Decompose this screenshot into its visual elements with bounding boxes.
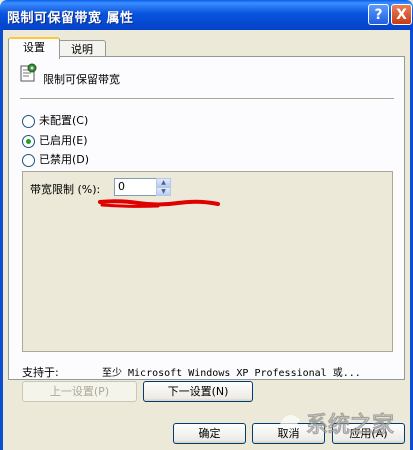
policy-name: 限制可保留带宽 <box>43 73 120 86</box>
radio-button-checked[interactable] <box>22 134 35 148</box>
red-underline-annotation <box>98 199 220 208</box>
radio-label-enabled: 已启用(E) <box>39 134 88 147</box>
radio-label-not-configured: 未配置(C) <box>39 114 89 127</box>
separator <box>20 98 394 99</box>
bandwidth-spinner[interactable]: ▲ ▼ <box>156 178 171 196</box>
window-title: 限制可保留带宽 属性 <box>7 11 134 26</box>
spin-up-icon[interactable]: ▲ <box>156 178 171 187</box>
title-bar: 限制可保留带宽 属性 ? X <box>0 0 413 30</box>
radio-button[interactable] <box>22 153 35 167</box>
window-frame-left <box>0 30 3 450</box>
help-button[interactable]: ? <box>368 4 389 25</box>
next-setting-button[interactable]: 下一设置(N) <box>143 381 253 402</box>
bandwidth-limit-label: 带宽限制 (%): <box>30 183 101 196</box>
bandwidth-limit-input[interactable]: 0 <box>114 178 157 196</box>
radio-button[interactable] <box>22 114 35 128</box>
close-button[interactable]: X <box>391 4 412 25</box>
spin-down-icon[interactable]: ▼ <box>156 187 171 196</box>
watermark-logo: 系统之家 <box>280 412 395 438</box>
ok-button[interactable]: 确定 <box>173 423 246 444</box>
radio-disabled[interactable]: 已禁用(D) <box>22 152 89 168</box>
supported-on-value: 至少 Microsoft Windows XP Professional 或..… <box>102 368 361 379</box>
tab-settings[interactable]: 设置 <box>8 37 60 59</box>
radio-label-disabled: 已禁用(D) <box>39 153 90 166</box>
previous-setting-button[interactable]: 上一设置(P) <box>22 381 137 402</box>
radio-enabled[interactable]: 已启用(E) <box>22 133 88 149</box>
policy-setting-icon <box>20 63 37 82</box>
svg-text:系统之家: 系统之家 <box>306 412 395 438</box>
radio-not-configured[interactable]: 未配置(C) <box>22 113 88 129</box>
supported-on-label: 支持于: <box>22 366 59 379</box>
